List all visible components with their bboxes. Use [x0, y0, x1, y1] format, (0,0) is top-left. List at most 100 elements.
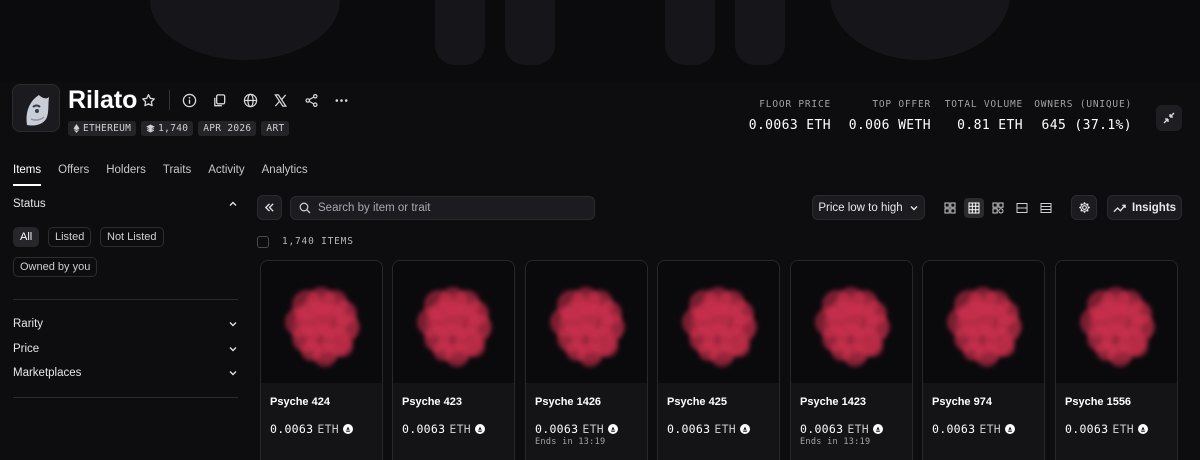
item-name: Psyche 974 [932, 396, 992, 408]
item-card[interactable]: Psyche 423 0.0063 ETH [392, 260, 515, 460]
tab-items[interactable]: Items [13, 164, 42, 186]
collection-tabs: Items Offers Holders Traits Activity Ana… [13, 164, 308, 186]
item-card[interactable]: Psyche 424 0.0063 ETH [260, 260, 383, 460]
status-listed-pill[interactable]: Listed [48, 227, 92, 247]
view-table-button[interactable] [1036, 198, 1056, 218]
chip-supply: 1,740 [141, 121, 194, 136]
item-price-unit: ETH [317, 422, 340, 436]
copy-icon[interactable] [209, 90, 229, 110]
item-price-unit: ETH [449, 422, 472, 436]
item-price-unit: ETH [582, 422, 605, 436]
sort-dropdown[interactable]: Price low to high [812, 195, 925, 220]
item-card[interactable]: Psyche 1423 0.0063 ETH Ends in 13:19 [790, 260, 913, 460]
item-name: Psyche 1423 [800, 396, 867, 408]
collection-chips: ETHEREUM 1,740 APR 2026 ART [68, 121, 290, 136]
stat-top-offer: TOP OFFER 0.006 WETH [848, 99, 931, 133]
item-artwork [261, 261, 382, 383]
info-icon[interactable] [179, 90, 199, 110]
item-price: 0.0063 ETH [667, 422, 751, 436]
item-artwork [791, 261, 912, 383]
search-icon [299, 202, 311, 214]
gear-icon [1078, 202, 1090, 213]
item-price-value: 0.0063 [667, 422, 711, 436]
sidebar-divider [13, 299, 238, 300]
item-price: 0.0063 ETH [270, 422, 354, 436]
item-artwork [923, 261, 1044, 383]
settings-button[interactable] [1071, 195, 1097, 220]
status-owned-pill[interactable]: Owned by you [13, 257, 98, 277]
view-grid-button[interactable] [964, 198, 984, 218]
item-card[interactable]: Psyche 974 0.0063 ETH [922, 260, 1045, 460]
item-card[interactable]: Psyche 425 0.0063 ETH [657, 260, 780, 460]
collection-title: Rilato [68, 86, 138, 114]
tab-analytics[interactable]: Analytics [262, 164, 308, 186]
status-all-pill[interactable]: All [13, 227, 40, 247]
items-count: 1,740 ITEMS [282, 236, 354, 247]
collapse-sidebar-button[interactable] [257, 195, 282, 220]
tab-activity[interactable]: Activity [208, 164, 244, 186]
website-globe-icon[interactable] [240, 90, 260, 110]
share-icon[interactable] [301, 90, 321, 110]
tab-offers[interactable]: Offers [58, 164, 89, 186]
search-input[interactable] [318, 202, 578, 214]
x-twitter-icon[interactable] [270, 90, 290, 110]
filter-rarity[interactable]: Rarity [13, 318, 238, 330]
insights-button[interactable]: Insights [1107, 195, 1182, 220]
item-price: 0.0063 ETH [932, 422, 1016, 436]
stat-owners: OWNERS (UNIQUE) 645 (37.1%) [1034, 99, 1132, 133]
item-artwork [658, 261, 779, 383]
collection-banner [0, 0, 1200, 82]
collapse-header-button[interactable] [1156, 105, 1182, 131]
item-artwork [393, 261, 514, 383]
item-name: Psyche 423 [402, 396, 462, 408]
chip-chain: ETHEREUM [68, 121, 137, 136]
item-name: Psyche 1556 [1065, 396, 1132, 408]
chevron-down-icon [910, 205, 918, 210]
item-name: Psyche 425 [667, 396, 727, 408]
double-chevron-left-icon [264, 203, 274, 212]
collection-avatar [12, 84, 60, 132]
item-price-unit: ETH [714, 422, 737, 436]
ethereum-icon [73, 124, 80, 133]
search-bar[interactable] [290, 196, 595, 220]
item-name: Psyche 1426 [535, 396, 602, 408]
item-price-value: 0.0063 [402, 422, 446, 436]
item-price-value: 0.0063 [932, 422, 976, 436]
favorite-star-icon[interactable] [138, 90, 158, 110]
chevron-up-icon [229, 201, 237, 206]
view-mosaic-button[interactable] [988, 198, 1008, 218]
view-list-button[interactable] [1012, 198, 1032, 218]
stat-total-volume: TOTAL VOLUME 0.81 ETH [944, 99, 1023, 133]
filter-price[interactable]: Price [13, 343, 238, 355]
marketplace-icon [1138, 424, 1149, 434]
view-large-grid-button[interactable] [940, 198, 960, 218]
chip-category: ART [261, 121, 290, 136]
tab-traits[interactable]: Traits [163, 164, 191, 186]
status-not-listed-pill[interactable]: Not Listed [100, 227, 164, 247]
item-card[interactable]: Psyche 1426 0.0063 ETH Ends in 13:19 [525, 260, 648, 460]
stat-floor-price: FLOOR PRICE 0.0063 ETH [748, 99, 831, 133]
status-filter-header[interactable]: Status [13, 198, 238, 210]
header-divider [169, 90, 170, 110]
item-price-value: 0.0063 [535, 422, 579, 436]
chevron-down-icon [229, 347, 237, 352]
grid-large-icon [944, 202, 956, 214]
item-listing-ends: Ends in 13:19 [535, 437, 606, 447]
grid-small-icon [968, 202, 980, 214]
item-price: 0.0063 ETH [402, 422, 486, 436]
item-card[interactable]: Psyche 1556 0.0063 ETH [1055, 260, 1178, 460]
item-price-value: 0.0063 [270, 422, 314, 436]
chevron-down-icon [229, 371, 237, 376]
marketplace-icon [1005, 424, 1016, 434]
sidebar-divider [13, 397, 238, 398]
marketplace-icon [873, 424, 884, 434]
filter-marketplaces[interactable]: Marketplaces [13, 367, 238, 379]
item-listing-ends: Ends in 13:19 [800, 437, 871, 447]
select-all-checkbox[interactable] [257, 236, 269, 248]
trend-line-icon [1113, 204, 1126, 212]
item-price-value: 0.0063 [800, 422, 844, 436]
chevron-down-icon [229, 322, 237, 327]
item-price-unit: ETH [979, 422, 1002, 436]
more-options-icon[interactable] [331, 90, 351, 110]
tab-holders[interactable]: Holders [106, 164, 146, 186]
